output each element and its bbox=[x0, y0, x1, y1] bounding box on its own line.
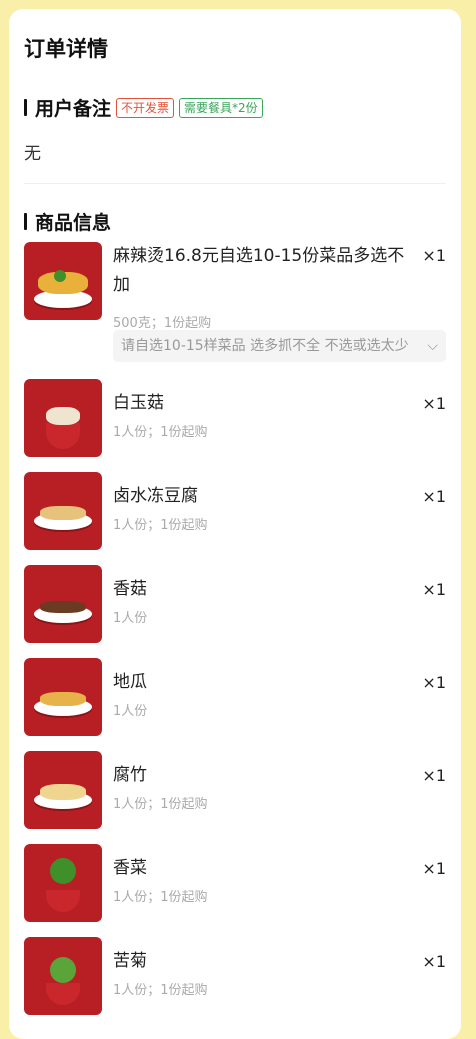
product-image[interactable] bbox=[24, 379, 102, 457]
product-qty: ×1 bbox=[422, 952, 446, 971]
product-name: 地瓜 bbox=[113, 672, 147, 692]
goods-section-title: 商品信息 bbox=[24, 208, 111, 235]
product-spec: 1人份；1份起购 bbox=[113, 890, 208, 905]
option-selector[interactable]: 请自选10-15样菜品 选多抓不全 不选或选太少 ⌵ bbox=[113, 330, 446, 362]
section-bar bbox=[24, 213, 27, 230]
product-image[interactable] bbox=[24, 658, 102, 736]
divider bbox=[24, 183, 446, 184]
goods-title-label: 商品信息 bbox=[35, 212, 112, 234]
chevron-down-icon: ⌵ bbox=[427, 338, 438, 354]
product-qty: ×1 bbox=[422, 859, 446, 878]
product-qty: ×1 bbox=[422, 246, 446, 265]
product-image[interactable] bbox=[24, 844, 102, 922]
product-image[interactable] bbox=[24, 242, 102, 320]
section-bar bbox=[24, 99, 27, 116]
product-spec: 1人份 bbox=[113, 611, 148, 626]
product-spec: 1人份 bbox=[113, 704, 148, 719]
order-detail-card: 订单详情 用户备注 不开发票 需要餐具*2份 无 商品信息 麻辣烫16.8元自选… bbox=[9, 9, 461, 1039]
selector-text: 请自选10-15样菜品 选多抓不全 不选或选太少 bbox=[121, 338, 409, 354]
product-name: 腐竹 bbox=[113, 765, 147, 785]
product-spec: 1人份；1份起购 bbox=[113, 797, 208, 812]
product-image[interactable] bbox=[24, 751, 102, 829]
product-spec: 500克；1份起购 bbox=[113, 316, 212, 331]
page-title: 订单详情 bbox=[24, 37, 108, 61]
product-name: 麻辣烫16.8元自选10-15份菜品多选不加 bbox=[113, 246, 405, 295]
product-name: 白玉菇 bbox=[113, 393, 164, 413]
product-qty: ×1 bbox=[422, 673, 446, 692]
remark-section-title: 用户备注 不开发票 需要餐具*2份 bbox=[24, 94, 263, 121]
product-qty: ×1 bbox=[422, 580, 446, 599]
product-qty: ×1 bbox=[422, 394, 446, 413]
product-name: 香菜 bbox=[113, 858, 147, 878]
invoice-tag: 不开发票 bbox=[116, 97, 175, 118]
product-name: 香菇 bbox=[113, 579, 147, 599]
product-spec: 1人份；1份起购 bbox=[113, 425, 208, 440]
product-image[interactable] bbox=[24, 565, 102, 643]
product-image[interactable] bbox=[24, 472, 102, 550]
product-image[interactable] bbox=[24, 937, 102, 1015]
remark-text: 无 bbox=[24, 144, 41, 164]
product-qty: ×1 bbox=[422, 487, 446, 506]
product-spec: 1人份；1份起购 bbox=[113, 518, 208, 533]
product-name: 卤水冻豆腐 bbox=[113, 486, 198, 506]
product-name: 苦菊 bbox=[113, 951, 147, 971]
remark-title-label: 用户备注 bbox=[35, 98, 112, 120]
product-qty: ×1 bbox=[422, 766, 446, 785]
product-spec: 1人份；1份起购 bbox=[113, 983, 208, 998]
tableware-tag: 需要餐具*2份 bbox=[179, 97, 263, 118]
